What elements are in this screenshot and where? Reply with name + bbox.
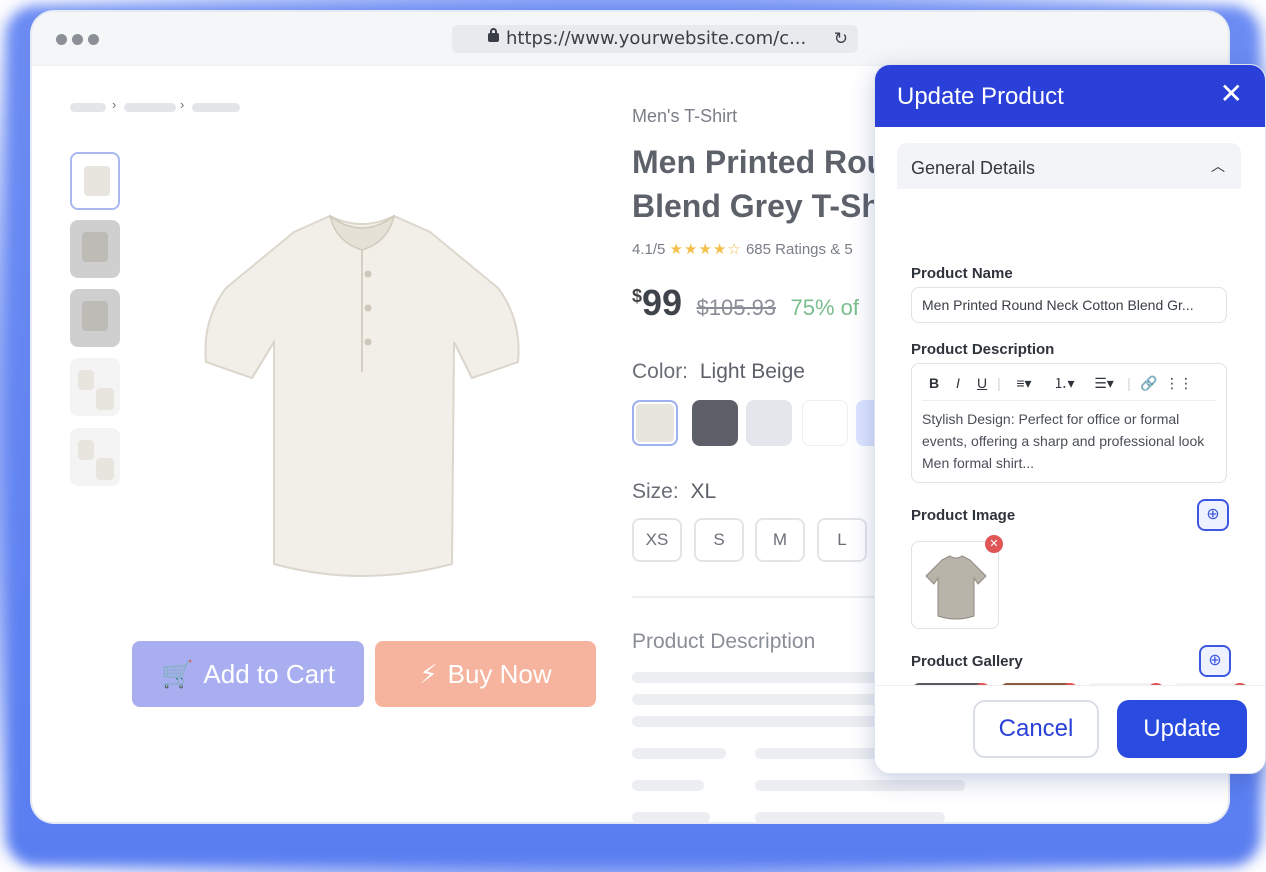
color-swatch[interactable] (746, 400, 792, 446)
buy-now-button[interactable]: ⚡ Buy Now (375, 641, 596, 707)
thumbnail-image[interactable] (70, 358, 120, 416)
rating-score: 4.1/5 (632, 241, 666, 258)
color-label: Color: (632, 360, 689, 383)
cancel-button[interactable]: Cancel (973, 700, 1099, 758)
color-value: Light Beige (699, 360, 805, 383)
cart-icon: 🛒 (161, 658, 194, 689)
size-option[interactable]: L (817, 518, 867, 562)
buy-now-label: Buy Now (447, 658, 552, 689)
product-image-label: Product Image (911, 507, 1016, 524)
browser-toolbar: https://www.yourwebsite.com/c... ↻ (32, 12, 1228, 66)
product-image (182, 192, 542, 592)
window-dot[interactable] (72, 34, 83, 45)
modal-title: Update Product (897, 83, 1064, 110)
product-name-input[interactable]: Men Printed Round Neck Cotton Blend Gr..… (911, 287, 1227, 323)
update-product-modal: Update Product ✕ General Details ︿ Produ… (874, 64, 1266, 774)
title-line: Blend Grey T-Sh (632, 188, 881, 224)
add-gallery-icon[interactable]: ⊕ (1199, 645, 1231, 677)
underline-icon[interactable]: U (970, 375, 994, 391)
bold-icon[interactable]: B (922, 375, 946, 391)
chevron-right-icon: › (180, 97, 185, 112)
product-description-label: Product Description (911, 341, 1055, 358)
color-swatch[interactable] (856, 400, 876, 446)
link-icon[interactable]: 🔗 (1134, 375, 1164, 392)
thumbnail-image[interactable] (70, 289, 120, 347)
section-title: General Details (911, 158, 1036, 178)
text-placeholder (632, 780, 704, 791)
text-placeholder (632, 748, 726, 759)
text-placeholder (632, 716, 882, 727)
italic-icon[interactable]: I (946, 375, 970, 391)
rating-row: 4.1/5 ★★★★☆ 685 Ratings & 5 (632, 240, 853, 258)
ordered-list-icon[interactable]: ⒈▾ (1044, 373, 1084, 393)
general-details-section[interactable]: General Details ︿ (897, 143, 1241, 189)
size-label: Size: (632, 480, 679, 503)
text-placeholder (755, 780, 965, 791)
ratings-count[interactable]: 685 Ratings & 5 (746, 241, 853, 258)
remove-image-icon[interactable]: ✕ (985, 535, 1003, 553)
text-placeholder (755, 812, 945, 822)
product-image-preview (911, 541, 999, 629)
star-icon: ★★★★☆ (669, 241, 742, 258)
description-text[interactable]: Stylish Design: Perfect for office or fo… (922, 408, 1218, 474)
breadcrumb-item[interactable] (70, 103, 106, 112)
text-placeholder (632, 812, 710, 822)
title-line: Men Printed Rou (632, 144, 887, 180)
chevron-right-icon: › (112, 97, 117, 112)
lock-icon (488, 28, 499, 42)
add-image-icon[interactable]: ⊕ (1197, 499, 1229, 531)
thumbnail-image[interactable] (70, 220, 120, 278)
address-bar[interactable]: https://www.yourwebsite.com/c... ↻ (452, 25, 858, 53)
unordered-list-icon[interactable]: ☰▾ (1084, 375, 1124, 392)
old-price: $105.93 (696, 295, 777, 320)
color-swatch[interactable] (692, 400, 738, 446)
product-category: Men's T-Shirt (632, 106, 738, 126)
close-icon[interactable]: ✕ (1220, 79, 1243, 109)
discount-badge: 75% of (790, 295, 860, 320)
current-price: 99 (642, 282, 683, 323)
product-title: Men Printed Rou Blend Grey T-Sh (632, 140, 886, 228)
url-text: https://www.yourwebsite.com/c... (506, 28, 807, 49)
color-swatch[interactable] (802, 400, 848, 446)
price-row: $99 $105.93 75% of (632, 282, 859, 324)
product-description-heading: Product Description (632, 630, 816, 653)
lightning-icon: ⚡ (419, 658, 438, 689)
size-value: XL (690, 480, 717, 503)
color-swatch[interactable] (632, 400, 678, 446)
size-option[interactable]: S (694, 518, 744, 562)
modal-footer: Cancel Update (875, 685, 1265, 773)
chevron-up-icon[interactable]: ︿ (1211, 156, 1225, 176)
text-placeholder (632, 694, 882, 705)
text-placeholder (632, 672, 882, 683)
grid-icon[interactable]: ⋮⋮ (1164, 375, 1194, 392)
modal-body: General Details ︿ Product Name Men Print… (875, 127, 1265, 687)
align-icon[interactable]: ≡▾ (1004, 375, 1044, 392)
thumbnail-image[interactable] (70, 152, 120, 210)
product-name-label: Product Name (911, 265, 1013, 282)
size-selector-label: Size: XL (632, 480, 716, 504)
update-button[interactable]: Update (1117, 700, 1247, 758)
breadcrumb-item (192, 103, 240, 112)
product-gallery-label: Product Gallery (911, 653, 1023, 670)
add-to-cart-label: Add to Cart (203, 658, 335, 689)
currency-symbol: $ (632, 286, 643, 306)
editor-toolbar: B I U | ≡▾ ⒈▾ ☰▾ | 🔗 ⋮⋮ (922, 372, 1194, 394)
window-dot[interactable] (56, 34, 67, 45)
window-dot[interactable] (88, 34, 99, 45)
divider (632, 596, 892, 598)
thumbnail-image[interactable] (70, 428, 120, 486)
breadcrumb-item[interactable] (124, 103, 176, 112)
text-placeholder (755, 748, 882, 759)
size-option[interactable]: XS (632, 518, 682, 562)
color-selector-label: Color: Light Beige (632, 360, 805, 384)
reload-icon[interactable]: ↻ (834, 25, 848, 53)
size-option[interactable]: M (755, 518, 805, 562)
add-to-cart-button[interactable]: 🛒 Add to Cart (132, 641, 364, 707)
description-editor[interactable]: B I U | ≡▾ ⒈▾ ☰▾ | 🔗 ⋮⋮ Stylish Design: … (911, 363, 1227, 483)
modal-header: Update Product ✕ (875, 65, 1265, 127)
